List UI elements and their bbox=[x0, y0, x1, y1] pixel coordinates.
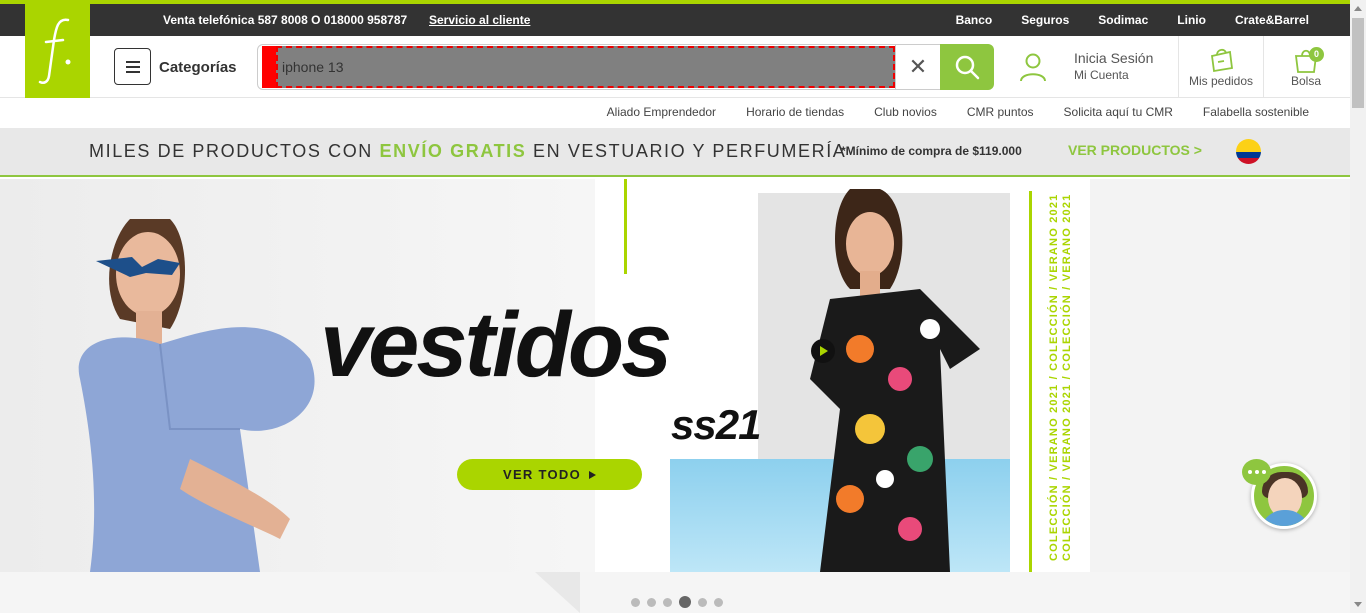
decor-shape bbox=[535, 572, 580, 613]
partner-link-banco[interactable]: Banco bbox=[956, 13, 993, 27]
model-photo-left bbox=[78, 219, 315, 572]
promo-highlight: ENVÍO GRATIS bbox=[379, 141, 527, 161]
my-orders-label: Mis pedidos bbox=[1188, 74, 1254, 88]
top-bar: Venta telefónica 587 8008 O 018000 95878… bbox=[0, 4, 1350, 36]
divider bbox=[1178, 36, 1179, 98]
subnav-aliado-emprendedor[interactable]: Aliado Emprendedor bbox=[607, 105, 716, 119]
arrow-right-icon bbox=[589, 470, 597, 479]
page: Venta telefónica 587 8008 O 018000 95878… bbox=[0, 0, 1366, 613]
login-link[interactable]: Inicia Sesión bbox=[1074, 50, 1153, 66]
bag-count-badge: 0 bbox=[1309, 47, 1324, 62]
header: Categorías ✕ Inicia Sesión Mi Cuenta bbox=[0, 36, 1350, 98]
subnav-falabella-sostenible[interactable]: Falabella sostenible bbox=[1203, 105, 1309, 119]
scrollbar-thumb[interactable] bbox=[1352, 18, 1364, 108]
partner-link-seguros[interactable]: Seguros bbox=[1021, 13, 1069, 27]
phone-sales-text: Venta telefónica 587 8008 O 018000 95878… bbox=[163, 13, 408, 27]
colombia-flag-icon bbox=[1236, 139, 1261, 164]
hero-subline: ss21 bbox=[671, 401, 761, 448]
partner-link-linio[interactable]: Linio bbox=[1177, 13, 1206, 27]
my-account-link[interactable]: Mi Cuenta bbox=[1074, 68, 1129, 82]
decor-line bbox=[624, 179, 627, 274]
carousel-dot-1[interactable] bbox=[631, 597, 640, 607]
falabella-logo[interactable] bbox=[25, 4, 90, 98]
promo-text: MILES DE PRODUCTOS CON ENVÍO GRATIS EN V… bbox=[89, 141, 847, 161]
subnav-cmr-puntos[interactable]: CMR puntos bbox=[967, 105, 1034, 119]
clear-search-button[interactable]: ✕ bbox=[895, 45, 940, 89]
my-orders-button[interactable]: Mis pedidos bbox=[1182, 44, 1260, 88]
scroll-down-icon[interactable] bbox=[1354, 602, 1362, 607]
subnav-club-novios[interactable]: Club novios bbox=[874, 105, 937, 119]
search-box: ✕ bbox=[257, 44, 994, 90]
carousel-dot-3[interactable] bbox=[663, 597, 672, 607]
secondary-nav: Aliado Emprendedor Horario de tiendas Cl… bbox=[577, 105, 1309, 119]
model-photo-right bbox=[810, 189, 980, 572]
collection-vertical-text: COLECCIÓN / VERANO 2021 / COLECCIÓN / VE… bbox=[1048, 193, 1073, 561]
user-icon[interactable] bbox=[1019, 52, 1047, 82]
view-products-link[interactable]: VER PRODUCTOS > bbox=[1068, 142, 1202, 158]
bag-label: Bolsa bbox=[1290, 74, 1322, 88]
carousel-dot-2[interactable] bbox=[647, 597, 656, 607]
carousel-footer bbox=[0, 572, 1350, 613]
scroll-up-icon[interactable] bbox=[1354, 6, 1362, 11]
hero-headline: vestidos bbox=[320, 294, 672, 396]
subnav-horario-tiendas[interactable]: Horario de tiendas bbox=[746, 105, 844, 119]
search-icon bbox=[955, 55, 980, 80]
promo-minimum: *Mínimo de compra de $119.000 bbox=[841, 144, 1022, 158]
customer-service-link[interactable]: Servicio al cliente bbox=[429, 13, 530, 27]
search-highlight-marker bbox=[262, 46, 277, 88]
partner-link-sodimac[interactable]: Sodimac bbox=[1098, 13, 1148, 27]
carousel-dots bbox=[631, 596, 723, 608]
page-scrollbar[interactable] bbox=[1350, 0, 1366, 613]
divider bbox=[1263, 36, 1264, 98]
categories-menu-button[interactable] bbox=[114, 48, 151, 85]
chat-bubble-icon[interactable] bbox=[1242, 459, 1271, 485]
partner-link-crate-barrel[interactable]: Crate&Barrel bbox=[1235, 13, 1309, 27]
promo-banner[interactable]: MILES DE PRODUCTOS CON ENVÍO GRATIS EN V… bbox=[0, 128, 1350, 177]
play-icon[interactable] bbox=[811, 339, 835, 363]
subnav-solicita-cmr[interactable]: Solicita aquí tu CMR bbox=[1064, 105, 1173, 119]
close-icon: ✕ bbox=[908, 54, 928, 79]
partner-links: Banco Seguros Sodimac Linio Crate&Barrel bbox=[927, 13, 1309, 27]
carousel-dot-4-active[interactable] bbox=[679, 596, 691, 608]
decor-line-vertical bbox=[1029, 191, 1032, 572]
orders-bag-icon bbox=[1210, 48, 1234, 73]
search-button[interactable] bbox=[940, 44, 994, 90]
view-all-button[interactable]: VER TODO bbox=[457, 459, 642, 490]
search-input[interactable] bbox=[276, 46, 895, 88]
view-all-label: VER TODO bbox=[502, 467, 582, 482]
shopping-bag-button[interactable]: 0 Bolsa bbox=[1268, 44, 1344, 88]
carousel-dot-6[interactable] bbox=[714, 597, 723, 607]
categories-label[interactable]: Categorías bbox=[159, 59, 237, 76]
hamburger-icon bbox=[125, 60, 140, 63]
carousel-dot-5[interactable] bbox=[698, 597, 707, 607]
hero-banner[interactable]: vestidos ss21 VER TODO COLECCIÓN / VERAN… bbox=[0, 179, 1350, 572]
falabella-logo-mark bbox=[38, 18, 70, 84]
